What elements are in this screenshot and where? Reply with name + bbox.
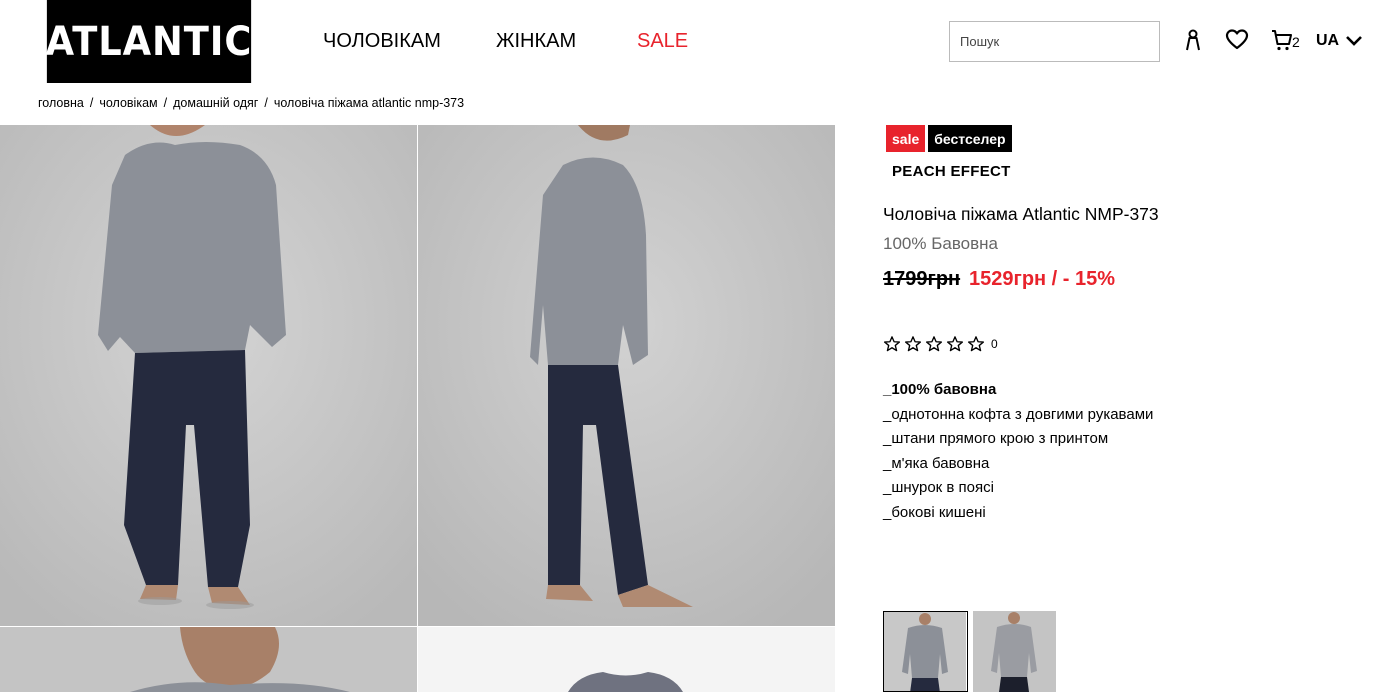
chevron-down-icon[interactable] bbox=[1344, 32, 1364, 50]
feature-item: _однотонна кофта з довгими рукавами bbox=[883, 405, 1154, 423]
star-icon[interactable] bbox=[967, 335, 985, 353]
search-input[interactable] bbox=[949, 21, 1160, 62]
nav-women[interactable]: ЖІНКАМ bbox=[496, 30, 576, 53]
breadcrumb-current: чоловіча піжама atlantic nmp-373 bbox=[273, 96, 465, 110]
rating-stars[interactable]: 0 bbox=[883, 335, 998, 353]
breadcrumb-men[interactable]: чоловікам bbox=[99, 96, 157, 110]
nav-men[interactable]: ЧОЛОВІКАМ bbox=[323, 30, 441, 53]
breadcrumb-homewear[interactable]: домашній одяг bbox=[173, 96, 258, 110]
product-photo-front[interactable] bbox=[0, 125, 417, 626]
breadcrumb-home[interactable]: головна bbox=[38, 96, 84, 110]
breadcrumb: головна / чоловікам / домашній одяг / чоловіча… bbox=[38, 96, 465, 110]
cart-count: 2 bbox=[1292, 34, 1300, 50]
cart-icon[interactable] bbox=[1270, 28, 1294, 52]
product-title: Чоловіча піжама Atlantic NMP-373 bbox=[883, 204, 1159, 224]
collection-label: PEACH EFFECT bbox=[892, 163, 1011, 180]
product-material: 100% Бавовна bbox=[883, 234, 998, 253]
star-icon[interactable] bbox=[925, 335, 943, 353]
sale-badge: sale bbox=[886, 125, 926, 152]
product-badges: sale бестселер bbox=[886, 125, 1012, 152]
feature-item: _бокові кишені bbox=[883, 503, 986, 521]
heart-icon[interactable] bbox=[1225, 28, 1249, 52]
old-price: 1799грн bbox=[883, 268, 961, 290]
star-icon[interactable] bbox=[946, 335, 964, 353]
feature-item: _100% бавовна bbox=[883, 381, 997, 398]
new-price: 1529грн / - 15% bbox=[969, 268, 1116, 290]
nav-sale[interactable]: SALE bbox=[637, 30, 688, 53]
language-selector[interactable]: UA bbox=[1316, 32, 1339, 50]
product-photo-side[interactable] bbox=[418, 125, 835, 626]
brand-logo[interactable]: ATLANTIC bbox=[46, 0, 251, 83]
feature-item: _шнурок в поясі bbox=[883, 479, 994, 496]
star-icon[interactable] bbox=[883, 335, 901, 353]
product-thumbnail[interactable] bbox=[973, 611, 1056, 692]
feature-list: _100% бавовна _однотонна кофта з довгими… bbox=[883, 378, 1153, 525]
product-thumbnail[interactable] bbox=[883, 611, 968, 692]
feature-item: _м'яка бавовна bbox=[883, 454, 990, 472]
rating-count: 0 bbox=[991, 337, 998, 351]
feature-item: _штани прямого крою з принтом bbox=[883, 430, 1109, 447]
product-photo-detail[interactable] bbox=[0, 627, 417, 692]
product-photo-flatlay[interactable] bbox=[418, 627, 835, 692]
user-icon[interactable] bbox=[1181, 28, 1205, 52]
bestseller-badge: бестселер bbox=[928, 125, 1012, 152]
star-icon[interactable] bbox=[904, 335, 922, 353]
